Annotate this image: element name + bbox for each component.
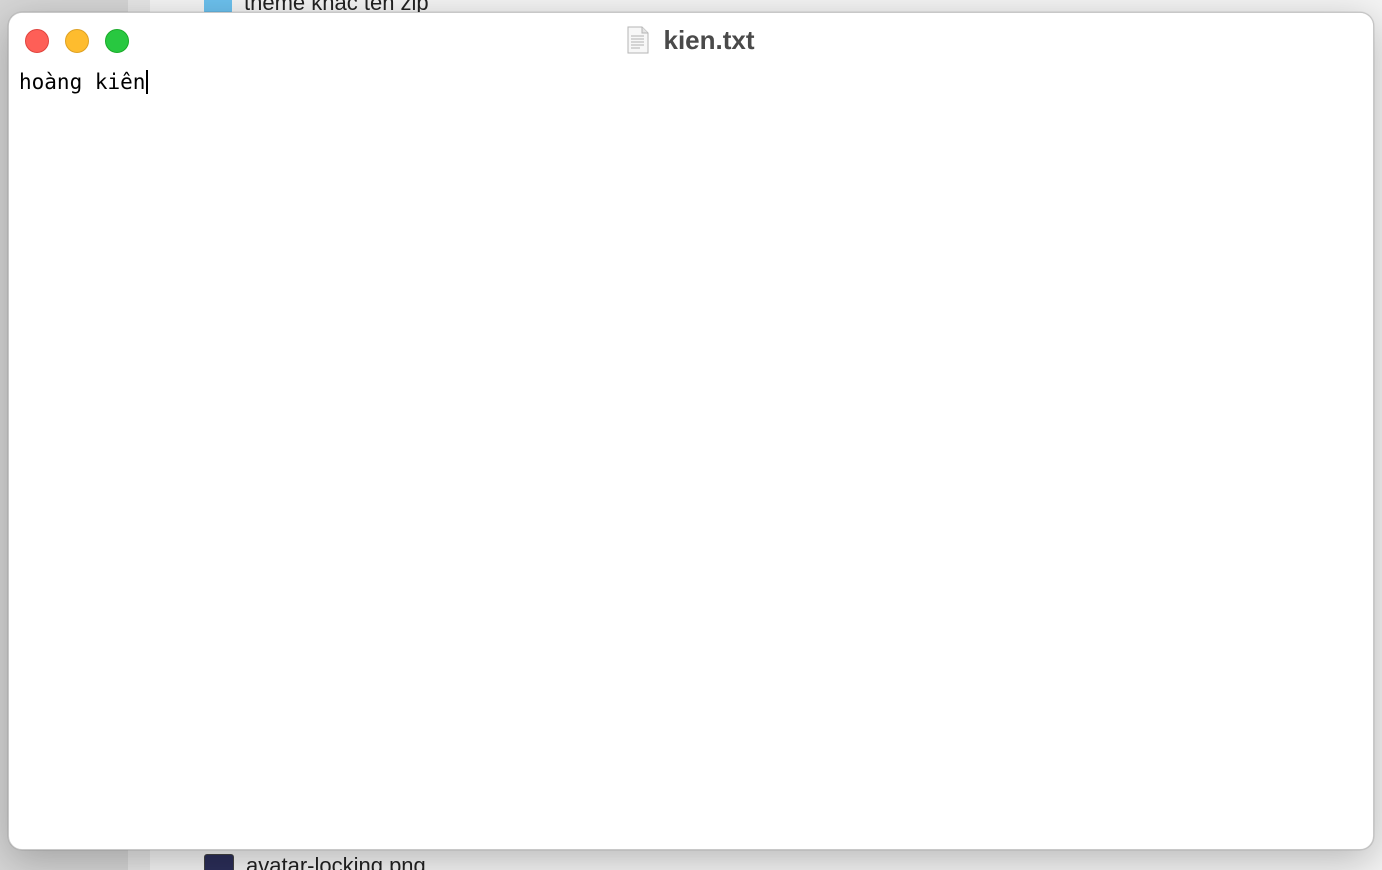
- text-document-icon[interactable]: [627, 26, 649, 54]
- background-file-item[interactable]: avatar-locking.png: [204, 851, 426, 870]
- editor-text: hoàng kiên: [19, 70, 146, 94]
- textedit-window: kien.txt hoàng kiên: [8, 12, 1374, 850]
- text-caret: [146, 70, 149, 94]
- background-file-name: avatar-locking.png: [246, 853, 426, 870]
- window-title-group: kien.txt: [9, 25, 1373, 55]
- image-file-icon: [204, 854, 234, 870]
- text-editor-area[interactable]: hoàng kiên: [19, 69, 1363, 839]
- window-title: kien.txt: [663, 24, 755, 55]
- title-bar[interactable]: kien.txt: [9, 13, 1373, 65]
